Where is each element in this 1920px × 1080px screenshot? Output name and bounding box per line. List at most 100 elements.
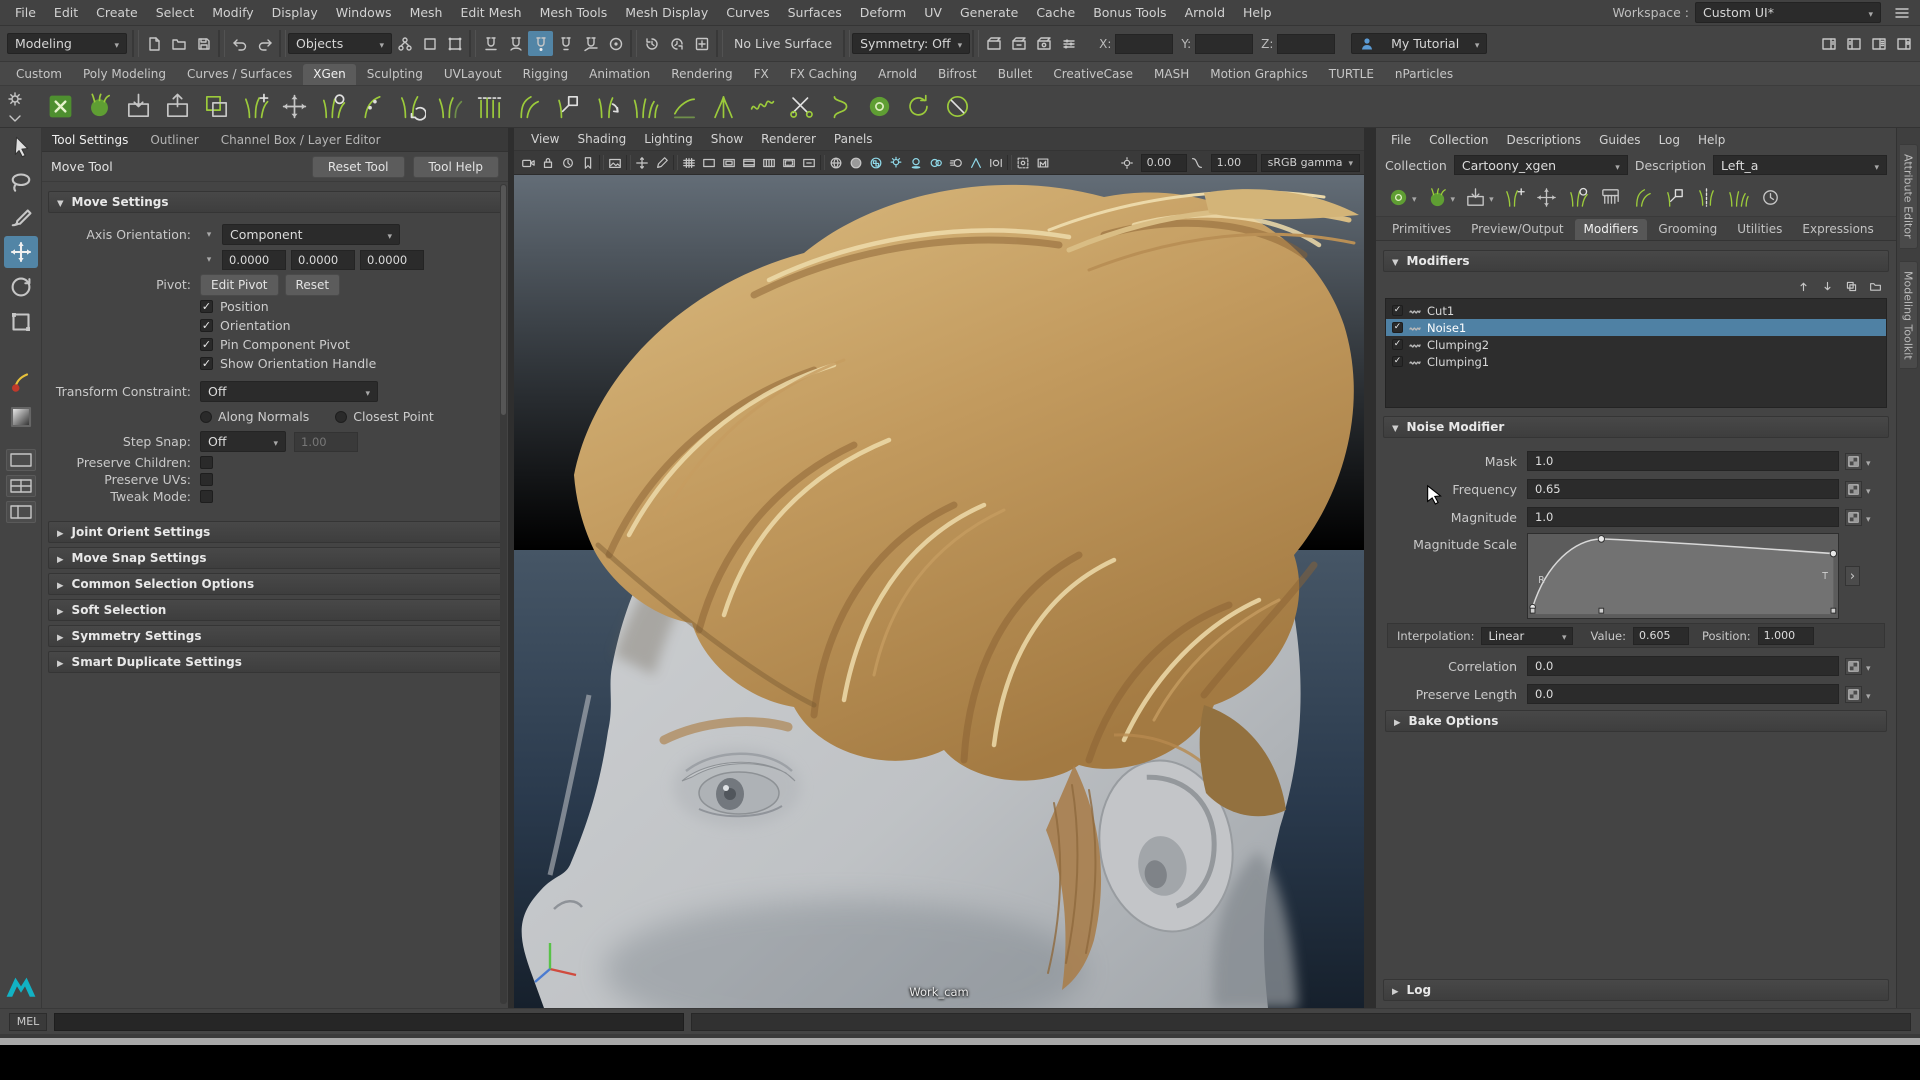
lasso-select-tool-icon[interactable] — [4, 166, 38, 198]
menu-item[interactable]: Mesh Display — [616, 0, 717, 26]
field-menu-icon[interactable] — [1866, 454, 1871, 469]
shelf-tab-switcher-icon[interactable] — [7, 110, 23, 126]
ipr-render-icon[interactable] — [1031, 31, 1056, 56]
checkbox[interactable] — [200, 456, 213, 469]
add-cv-guide-icon[interactable] — [354, 88, 391, 125]
modifier-list-item[interactable]: Cut1 — [1386, 302, 1886, 319]
redo-icon[interactable] — [252, 31, 277, 56]
menu-item[interactable]: Mesh Tools — [531, 0, 617, 26]
modifier-list-item[interactable]: Noise1 — [1386, 319, 1886, 336]
workspace-options-icon[interactable] — [1889, 0, 1914, 25]
quick-render-icon[interactable] — [1006, 31, 1031, 56]
menu-item[interactable]: Mesh — [401, 0, 452, 26]
shadows-icon[interactable] — [906, 153, 926, 173]
scrollbar-thumb[interactable] — [501, 185, 506, 415]
viewport-menu-item[interactable]: View — [522, 132, 568, 146]
left-panel-tab[interactable]: Tool Settings — [52, 133, 128, 147]
single-pane-layout-button[interactable] — [6, 449, 36, 471]
chevron-down-icon[interactable] — [1451, 190, 1456, 205]
input-connections-icon[interactable] — [639, 31, 664, 56]
select-hierarchy-icon[interactable] — [392, 31, 417, 56]
move-guides-icon[interactable] — [1535, 186, 1558, 209]
selection-mask-selector[interactable]: Objects — [288, 33, 392, 54]
attract-guides-icon[interactable] — [627, 88, 664, 125]
ramp-expand-button[interactable] — [1845, 566, 1860, 586]
xgen-tab[interactable]: Grooming — [1649, 219, 1726, 240]
chevron-down-icon[interactable] — [1489, 190, 1494, 205]
orient-guides-icon[interactable] — [588, 88, 625, 125]
xgen-menu-item[interactable]: Descriptions — [1497, 133, 1590, 147]
shelf-tab[interactable]: Rigging — [513, 64, 578, 85]
exposure-field[interactable]: 0.00 — [1141, 154, 1187, 172]
magnitude-scale-ramp[interactable]: R T — [1527, 533, 1839, 619]
xgen-tab[interactable]: Preview/Output — [1462, 219, 1572, 240]
bake-options-section-header[interactable]: Bake Options — [1385, 710, 1887, 732]
menu-item[interactable]: Surfaces — [779, 0, 851, 26]
viewport-menu-item[interactable]: Lighting — [635, 132, 702, 146]
safe-action-icon[interactable] — [779, 153, 799, 173]
tool-settings-scrollbar[interactable] — [500, 184, 507, 1004]
symmetry-selector[interactable]: Symmetry: Off — [852, 33, 970, 54]
modifier-move-up-icon[interactable] — [1794, 277, 1812, 295]
checkbox[interactable] — [200, 300, 213, 313]
update-preview-icon[interactable] — [900, 88, 937, 125]
sidebar-vertical-tab[interactable]: Modeling Toolkit — [1900, 261, 1918, 370]
view-transform-selector[interactable]: sRGB gamma — [1261, 154, 1360, 172]
output-connections-icon[interactable] — [664, 31, 689, 56]
shelf-tab[interactable]: Rendering — [661, 64, 742, 85]
modifier-move-down-icon[interactable] — [1818, 277, 1836, 295]
checkbox[interactable] — [200, 473, 213, 486]
texture-map-button[interactable] — [1845, 509, 1862, 526]
depth-of-field-icon[interactable] — [986, 153, 1006, 173]
bend-guides-icon[interactable] — [510, 88, 547, 125]
shelf-tab[interactable]: Animation — [579, 64, 660, 85]
live-surface-indicator[interactable]: No Live Surface — [725, 36, 841, 51]
textured-icon[interactable] — [866, 153, 886, 173]
attribute-value-field[interactable]: 0.0 — [1527, 684, 1839, 704]
axis-orientation-selector[interactable]: Component — [222, 224, 400, 245]
menu-item[interactable]: Arnold — [1176, 0, 1234, 26]
shelf-tab[interactable]: FX — [744, 64, 779, 85]
texture-map-button[interactable] — [1845, 686, 1862, 703]
use-all-lights-icon[interactable] — [886, 153, 906, 173]
create-guide-icon[interactable] — [1503, 186, 1526, 209]
screen-space-ao-icon[interactable] — [926, 153, 946, 173]
left-panel-tab[interactable]: Outliner — [150, 133, 198, 147]
ramp-position-input[interactable] — [1758, 627, 1814, 645]
modifier-list[interactable]: Cut1 Noise1 Clumping2 — [1385, 298, 1887, 408]
log-section-header[interactable]: Log — [1383, 979, 1889, 1001]
cut-modifier-icon[interactable] — [783, 88, 820, 125]
axis-orientation-reset-icon[interactable] — [200, 226, 218, 244]
checkbox[interactable] — [200, 338, 213, 351]
menu-item[interactable]: Deform — [851, 0, 915, 26]
shelf-options-gear-icon[interactable] — [7, 91, 23, 107]
menu-item[interactable]: Curves — [717, 0, 778, 26]
shelf-tab[interactable]: Curves / Surfaces — [177, 64, 302, 85]
render-settings-icon[interactable] — [1056, 31, 1081, 56]
move-guides-icon[interactable] — [276, 88, 313, 125]
menu-item[interactable]: UV — [915, 0, 951, 26]
import-description-icon[interactable] — [159, 88, 196, 125]
field-menu-icon[interactable] — [1866, 482, 1871, 497]
snap-to-point-icon[interactable] — [528, 31, 553, 56]
shelf-tab[interactable]: Bifrost — [928, 64, 987, 85]
snap-to-curve-icon[interactable] — [503, 31, 528, 56]
duplicate-description-icon[interactable] — [198, 88, 235, 125]
viewport-menu-item[interactable]: Renderer — [752, 132, 825, 146]
radio-button[interactable] — [200, 411, 212, 423]
attribute-value-field[interactable]: 1.0 — [1527, 507, 1839, 527]
new-scene-icon[interactable] — [141, 31, 166, 56]
collapsed-section-header[interactable]: Joint Orient Settings — [48, 521, 502, 543]
isolate-select-icon[interactable] — [1013, 153, 1033, 173]
four-pane-layout-button[interactable] — [6, 475, 36, 497]
select-tool-icon[interactable] — [4, 131, 38, 163]
motion-blur-icon[interactable] — [946, 153, 966, 173]
normalize-guides-icon[interactable] — [471, 88, 508, 125]
modifier-list-item[interactable]: Clumping1 — [1386, 353, 1886, 370]
camera-lock-icon[interactable] — [538, 153, 558, 173]
safe-title-icon[interactable] — [799, 153, 819, 173]
move-z-input[interactable] — [360, 250, 424, 270]
smooth-guides-icon[interactable] — [666, 88, 703, 125]
camera-attributes-icon[interactable] — [558, 153, 578, 173]
radio-option[interactable]: Along Normals — [200, 409, 309, 424]
